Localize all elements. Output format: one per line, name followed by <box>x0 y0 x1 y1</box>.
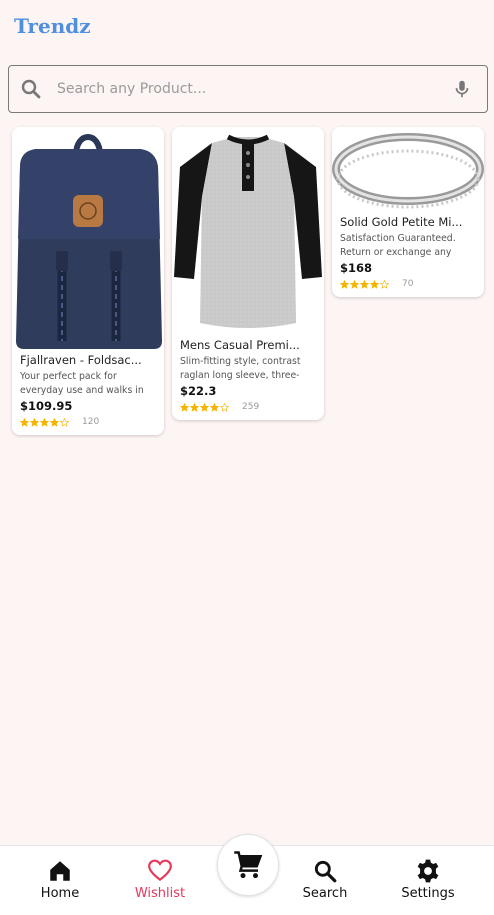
star-icon <box>180 402 189 412</box>
nav-settings-label: Settings <box>401 886 455 901</box>
gear-icon <box>417 859 439 883</box>
product-description: Slim-fitting style, contrast raglan long… <box>180 356 301 381</box>
star-icon <box>40 417 49 427</box>
nav-wishlist-label: Wishlist <box>134 886 186 901</box>
rating-count: 120 <box>82 417 100 427</box>
product-image-backpack[interactable] <box>12 127 164 353</box>
star-rating <box>340 279 390 289</box>
search-bar[interactable]: Search any Product... <box>8 65 488 113</box>
app-title: Trendz <box>14 14 91 38</box>
product-rating: 120 <box>20 415 156 429</box>
star-icon <box>350 279 359 289</box>
star-icon <box>380 279 389 289</box>
star-icon <box>60 417 69 427</box>
star-icon <box>200 402 209 412</box>
star-icon <box>190 402 199 412</box>
product-image-henley-shirt[interactable] <box>172 127 324 338</box>
product-card[interactable]: Solid Gold Petite Mi... Satisfaction Gua… <box>332 127 484 297</box>
product-card[interactable]: Mens Casual Premi... Slim-fitting style,… <box>172 127 324 420</box>
product-price: $22.3 <box>180 384 217 398</box>
product-price: $168 <box>340 261 373 275</box>
nav-settings[interactable]: Settings <box>388 846 468 915</box>
product-description: Your perfect pack for everyday use and w… <box>20 371 144 396</box>
product-rating: 70 <box>340 277 476 291</box>
nav-wishlist[interactable]: Wishlist <box>120 846 200 915</box>
product-image-silver-ring[interactable] <box>332 127 484 215</box>
nav-home[interactable]: Home <box>20 846 100 915</box>
search-icon <box>314 860 337 883</box>
search-input[interactable]: Search any Product... <box>57 81 451 97</box>
home-icon <box>50 861 70 881</box>
nav-home-label: Home <box>40 886 80 901</box>
star-icon <box>220 402 229 412</box>
product-name: Mens Casual Premi... <box>180 338 300 352</box>
rating-count: 259 <box>242 402 260 412</box>
star-icon <box>360 279 369 289</box>
microphone-icon[interactable] <box>451 78 473 100</box>
product-rating: 259 <box>180 400 316 414</box>
star-icon <box>20 417 29 427</box>
star-icon <box>30 417 39 427</box>
star-icon <box>50 417 59 427</box>
search-icon <box>21 79 41 99</box>
star-icon <box>370 279 379 289</box>
star-rating <box>20 417 70 427</box>
shopping-cart-icon <box>234 851 263 879</box>
nav-search-label: Search <box>302 886 348 901</box>
nav-search[interactable]: Search <box>285 846 365 915</box>
star-rating <box>180 402 230 412</box>
star-icon <box>340 279 349 289</box>
product-card[interactable]: Fjallraven - Foldsac... Your perfect pac… <box>12 127 164 435</box>
product-description: Satisfaction Guaranteed. Return or excha… <box>340 233 456 258</box>
product-price: $109.95 <box>20 399 73 413</box>
product-name: Fjallraven - Foldsac... <box>20 353 142 367</box>
cart-button[interactable] <box>217 834 279 896</box>
rating-count: 70 <box>402 279 414 289</box>
product-name: Solid Gold Petite Mi... <box>340 215 463 229</box>
heart-icon <box>148 859 172 882</box>
star-icon <box>210 402 219 412</box>
